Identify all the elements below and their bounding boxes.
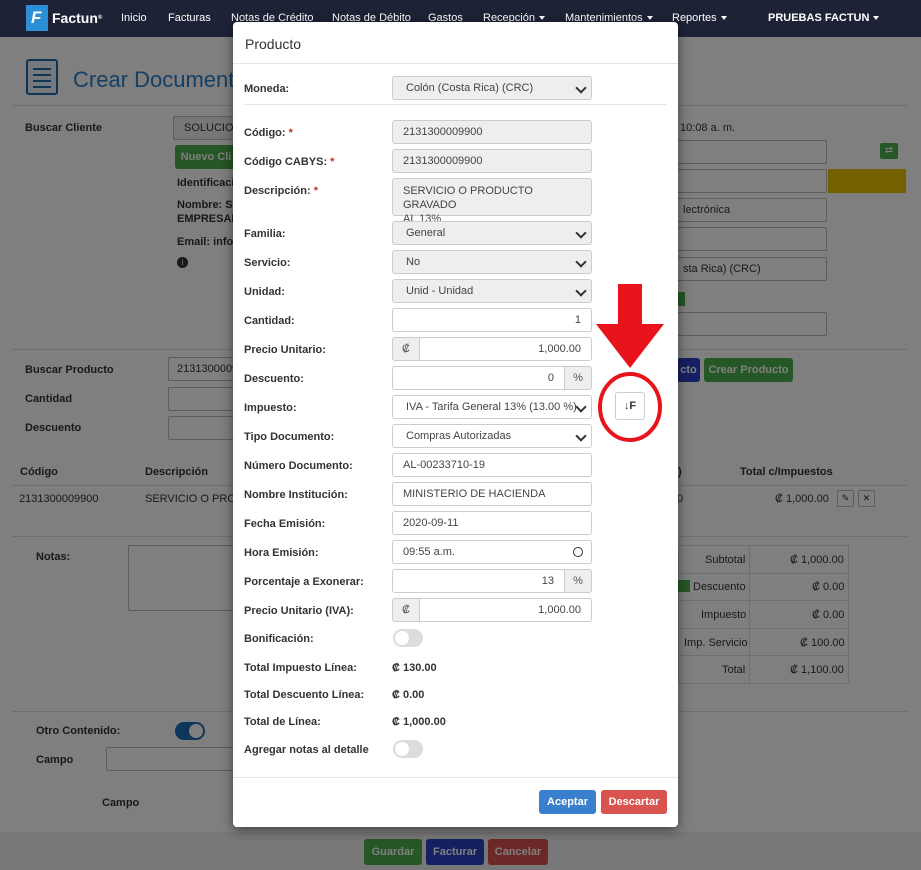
total-descuento-value: ₡ 0.00 — [392, 689, 425, 701]
brand-logo[interactable]: Factun® — [26, 5, 102, 31]
impuesto-select[interactable]: IVA - Tarifa General 13% (13.00 %) — [392, 395, 592, 419]
precio-unitario-label: Precio Unitario: — [244, 344, 326, 356]
bonificacion-toggle[interactable] — [393, 629, 423, 647]
moneda-label: Moneda: — [244, 83, 290, 95]
unidad-select[interactable]: Unid - Unidad — [392, 279, 592, 303]
modal-header: Producto — [233, 22, 678, 64]
percent-icon: % — [564, 366, 592, 390]
nombre-institucion-label: Nombre Institución: — [244, 489, 348, 501]
nav-reportes[interactable]: Reportes — [672, 12, 727, 24]
total-linea-value: ₡ 1,000.00 — [392, 716, 446, 728]
hora-emision-input[interactable]: 09:55 a.m. — [392, 540, 592, 564]
precio-iva-input[interactable]: 1,000.00 — [419, 598, 592, 622]
bonificacion-label: Bonificación: — [244, 633, 314, 645]
precio-iva-label: Precio Unitario (IVA): — [244, 605, 354, 617]
tipo-documento-label: Tipo Documento: — [244, 431, 335, 443]
clock-icon[interactable] — [573, 547, 583, 557]
codigo-label: Código: * — [244, 127, 293, 139]
total-impuesto-label: Total Impuesto Línea: — [244, 662, 357, 674]
agregar-notas-label: Agregar notas al detalle — [244, 744, 369, 756]
porcentaje-exonerar-input[interactable]: 13 — [392, 569, 565, 593]
numero-documento-input[interactable]: AL-00233710-19 — [392, 453, 592, 477]
servicio-select[interactable]: No — [392, 250, 592, 274]
annotation-arrow-icon — [596, 284, 664, 442]
descuento-input[interactable]: 0 — [392, 366, 565, 390]
cantidad-input[interactable]: 1 — [392, 308, 592, 332]
descripcion-textarea[interactable]: SERVICIO O PRODUCTO GRAVADO AL 13% — [392, 178, 592, 225]
cabys-input[interactable]: 2131300009900 — [392, 149, 592, 173]
descartar-button[interactable]: Descartar — [601, 790, 667, 814]
colon-currency-icon: ₡ — [392, 337, 420, 361]
factun-logo-icon — [26, 5, 48, 31]
colon-currency-icon: ₡ — [392, 598, 420, 622]
nombre-institucion-input[interactable]: MINISTERIO DE HACIENDA — [392, 482, 592, 506]
nav-user-menu[interactable]: PRUEBAS FACTUN — [768, 12, 879, 24]
tipo-documento-select[interactable]: Compras Autorizadas — [392, 424, 592, 448]
fecha-emision-input[interactable]: 2020-09-11 — [392, 511, 592, 535]
precio-unitario-input[interactable]: 1,000.00 — [419, 337, 592, 361]
percent-icon: % — [564, 569, 592, 593]
aceptar-button[interactable]: Aceptar — [539, 790, 596, 814]
total-descuento-label: Total Descuento Línea: — [244, 689, 365, 701]
total-impuesto-value: ₡ 130.00 — [392, 662, 437, 674]
numero-documento-label: Número Documento: — [244, 460, 353, 472]
nav-inicio[interactable]: Inicio — [121, 12, 147, 24]
familia-select[interactable]: General — [392, 221, 592, 245]
codigo-input[interactable]: 2131300009900 — [392, 120, 592, 144]
total-linea-label: Total de Línea: — [244, 716, 321, 728]
porcentaje-exonerar-label: Porcentaje a Exonerar: — [244, 576, 364, 588]
moneda-select[interactable]: Colón (Costa Rica) (CRC) — [392, 76, 592, 100]
descuento-label: Descuento: — [244, 373, 304, 385]
hora-emision-label: Hora Emisión: — [244, 547, 319, 559]
impuesto-label: Impuesto: — [244, 402, 297, 414]
servicio-label: Servicio: — [244, 257, 291, 269]
brand-name: Factun — [52, 10, 98, 26]
nav-facturas[interactable]: Facturas — [168, 12, 211, 24]
modal-title: Producto — [245, 36, 302, 52]
descripcion-label: Descripción: * — [244, 185, 318, 197]
cantidad-label: Cantidad: — [244, 315, 295, 327]
fecha-emision-label: Fecha Emisión: — [244, 518, 326, 530]
unidad-label: Unidad: — [244, 286, 285, 298]
familia-label: Familia: — [244, 228, 286, 240]
agregar-notas-toggle[interactable] — [393, 740, 423, 758]
cabys-label: Código CABYS: * — [244, 156, 335, 168]
